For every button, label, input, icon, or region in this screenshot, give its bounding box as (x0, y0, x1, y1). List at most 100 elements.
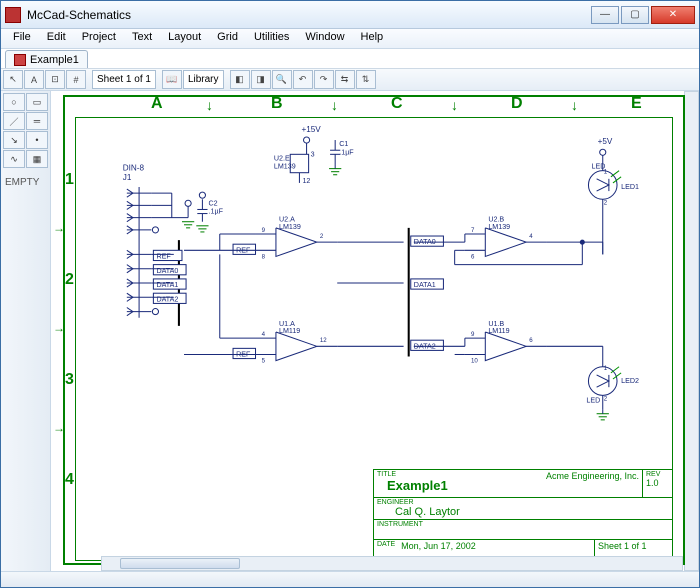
net-tool-icon[interactable]: ↘ (3, 131, 25, 149)
title-value: Example1 (377, 478, 499, 493)
menu-window[interactable]: Window (297, 29, 352, 48)
schematic-canvas[interactable]: A ↓ B ↓ C ↓ D ↓ E 1 → 2 → 3 → 4 (51, 91, 699, 571)
svg-text:4: 4 (529, 233, 533, 240)
svg-text:LED: LED (586, 396, 600, 404)
svg-text:9: 9 (262, 227, 266, 234)
svg-text:.1µF: .1µF (209, 208, 224, 216)
svg-text:DIN-8: DIN-8 (123, 164, 145, 173)
top-toolbar: ↖ A ⊡ # Sheet 1 of 1 📖 Library ◧ ◨ 🔍 ↶ ↷… (1, 69, 699, 91)
wave-tool-icon[interactable]: ∿ (3, 150, 25, 168)
zoom-icon[interactable]: 🔍 (272, 70, 292, 89)
rev-label: REV (646, 471, 669, 478)
svg-text:4: 4 (262, 331, 266, 338)
flip-v-icon[interactable]: ⇅ (356, 70, 376, 89)
menubar: File Edit Project Text Layout Grid Utili… (1, 29, 699, 49)
title-block: TITLE Example1 Acme Engineering, Inc. RE… (373, 469, 673, 561)
document-tab[interactable]: Example1 (5, 50, 88, 68)
line-tool-icon[interactable]: ／ (3, 112, 25, 130)
svg-text:6: 6 (529, 337, 533, 344)
side-toolbar: ○▭ ／═ ↘• ∿▦ EMPTY (1, 91, 51, 571)
menu-help[interactable]: Help (353, 29, 392, 48)
svg-text:12: 12 (320, 337, 327, 344)
svg-text:5: 5 (262, 358, 266, 365)
horizontal-scrollbar[interactable] (101, 556, 683, 571)
status-bar (1, 571, 699, 587)
svg-text:8: 8 (262, 253, 266, 260)
mode1-icon[interactable]: ◧ (230, 70, 250, 89)
grid-tool-icon[interactable]: # (66, 70, 86, 89)
svg-text:2: 2 (320, 233, 324, 240)
svg-text:1: 1 (604, 169, 608, 176)
circle-tool-icon[interactable]: ○ (3, 93, 25, 111)
window-title: McCad-Schematics (27, 8, 589, 22)
instrument-label: INSTRUMENT (377, 521, 669, 528)
svg-text:12: 12 (302, 177, 310, 185)
flip-h-icon[interactable]: ⇆ (335, 70, 355, 89)
svg-text:1: 1 (604, 365, 608, 372)
menu-text[interactable]: Text (124, 29, 160, 48)
horizontal-scrollbar-thumb[interactable] (120, 558, 240, 569)
sheet-indicator[interactable]: Sheet 1 of 1 (92, 70, 156, 89)
rotate-right-icon[interactable]: ↷ (314, 70, 334, 89)
menu-project[interactable]: Project (74, 29, 124, 48)
rotate-left-icon[interactable]: ↶ (293, 70, 313, 89)
menu-utilities[interactable]: Utilities (246, 29, 297, 48)
svg-text:6: 6 (471, 253, 475, 260)
close-button[interactable]: ✕ (651, 6, 695, 24)
menu-grid[interactable]: Grid (209, 29, 246, 48)
svg-text:LM119: LM119 (488, 327, 509, 335)
text-tool-icon[interactable]: A (24, 70, 44, 89)
svg-text:+15V: +15V (301, 125, 321, 134)
svg-text:U2.E: U2.E (274, 154, 290, 162)
lock-tool-icon[interactable]: ⊡ (45, 70, 65, 89)
svg-text:+5V: +5V (598, 137, 613, 146)
svg-text:C2: C2 (209, 199, 218, 207)
svg-text:LED1: LED1 (621, 183, 639, 191)
library-label[interactable]: Library (183, 70, 224, 89)
engineer-label: ENGINEER (377, 499, 669, 506)
svg-text:DATA1: DATA1 (414, 281, 436, 289)
pointer-tool-icon[interactable]: ↖ (3, 70, 23, 89)
library-panel-empty: EMPTY (3, 177, 48, 188)
menu-edit[interactable]: Edit (39, 29, 74, 48)
rev-value: 1.0 (646, 478, 669, 488)
bus-tool-icon[interactable]: ═ (26, 112, 48, 130)
svg-text:LM139: LM139 (279, 223, 301, 231)
library-icon[interactable]: 📖 (162, 70, 182, 89)
junction-tool-icon[interactable]: • (26, 131, 48, 149)
mode2-icon[interactable]: ◨ (251, 70, 271, 89)
canvas-wrap: A ↓ B ↓ C ↓ D ↓ E 1 → 2 → 3 → 4 (51, 91, 699, 571)
svg-text:REF: REF (156, 252, 171, 260)
engineer-value: Cal Q. Laytor (377, 506, 669, 518)
svg-text:LM139: LM139 (488, 223, 510, 231)
title-label: TITLE (377, 471, 499, 478)
svg-text:7: 7 (471, 227, 475, 234)
document-tab-label: Example1 (30, 54, 79, 66)
sheet-value: Sheet 1 of 1 (598, 541, 647, 551)
svg-text:3: 3 (311, 150, 315, 158)
svg-text:10: 10 (471, 358, 478, 365)
document-icon (14, 54, 26, 66)
app-window: McCad-Schematics — ▢ ✕ File Edit Project… (0, 0, 700, 588)
svg-text:9: 9 (471, 331, 475, 338)
svg-text:LM139: LM139 (274, 163, 296, 171)
titlebar[interactable]: McCad-Schematics — ▢ ✕ (1, 1, 699, 29)
svg-text:LED2: LED2 (621, 377, 639, 385)
svg-text:DATA2: DATA2 (156, 295, 178, 303)
minimize-button[interactable]: — (591, 6, 619, 24)
company-name: Acme Engineering, Inc. (546, 471, 639, 481)
block-tool-icon[interactable]: ▦ (26, 150, 48, 168)
menu-layout[interactable]: Layout (160, 29, 209, 48)
svg-text:C1: C1 (339, 140, 348, 148)
menu-file[interactable]: File (5, 29, 39, 48)
rect-tool-icon[interactable]: ▭ (26, 93, 48, 111)
svg-text:DATA0: DATA0 (156, 267, 178, 275)
svg-text:.1µF: .1µF (339, 148, 354, 156)
svg-text:DATA1: DATA1 (156, 281, 178, 289)
maximize-button[interactable]: ▢ (621, 6, 649, 24)
app-icon (5, 7, 21, 23)
document-tab-row: Example1 (1, 49, 699, 69)
workspace: ○▭ ／═ ↘• ∿▦ EMPTY A ↓ B ↓ C ↓ D ↓ E (1, 91, 699, 571)
svg-text:2: 2 (604, 395, 608, 402)
svg-text:J1: J1 (123, 173, 132, 182)
